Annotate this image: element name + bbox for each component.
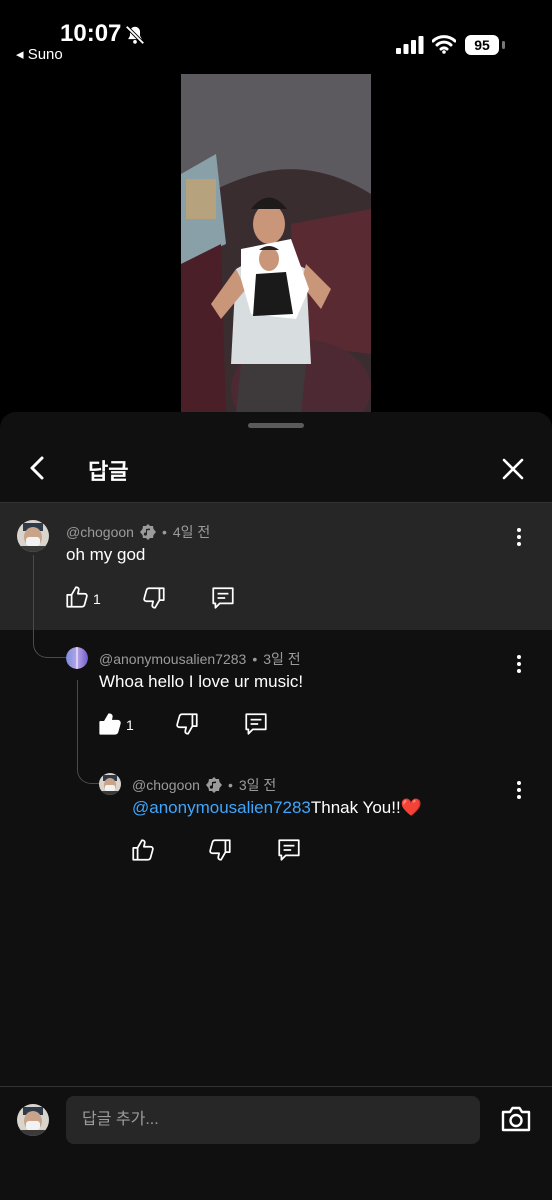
status-time: 10:07 bbox=[60, 20, 122, 47]
comment-meta: @anonymousalien7283 • 3일 전 bbox=[99, 649, 301, 669]
meta-dot: • bbox=[252, 651, 258, 667]
camera-icon[interactable] bbox=[500, 1105, 532, 1133]
battery-level: 95 bbox=[465, 35, 499, 55]
video-thumbnail[interactable] bbox=[181, 74, 371, 415]
comment-meta: @chogoon • 4일 전 bbox=[66, 522, 210, 542]
more-vert-icon[interactable] bbox=[516, 780, 522, 800]
avatar bbox=[17, 1104, 49, 1136]
like-count: 1 bbox=[126, 717, 134, 733]
battery-icon: 95 bbox=[465, 35, 505, 55]
thread-line bbox=[33, 555, 66, 658]
more-vert-icon[interactable] bbox=[516, 527, 522, 547]
mention-link[interactable]: @anonymousalien7283 bbox=[132, 798, 311, 817]
drag-handle[interactable] bbox=[248, 423, 304, 428]
signal-icon bbox=[396, 36, 424, 54]
avatar[interactable] bbox=[66, 647, 88, 669]
heart-emoji: ❤️ bbox=[400, 798, 422, 817]
back-to-app-link[interactable]: ◂ Suno bbox=[16, 45, 63, 63]
comment-age: 3일 전 bbox=[263, 651, 301, 667]
sheet-header: 답글 bbox=[0, 434, 552, 502]
reply-icon[interactable] bbox=[210, 585, 236, 611]
bell-slash-icon bbox=[125, 25, 145, 45]
comment-handle[interactable]: @chogoon bbox=[66, 524, 134, 540]
avatar[interactable] bbox=[17, 520, 49, 552]
comment-text: Whoa hello I love ur music! bbox=[99, 672, 304, 691]
meta-dot: • bbox=[227, 777, 233, 793]
video-player[interactable] bbox=[0, 70, 552, 415]
thumb-down-icon[interactable] bbox=[207, 837, 233, 863]
replies-sheet: 답글 @chogoon • 4일 전 oh my god 1 @anonymou… bbox=[0, 412, 552, 1200]
comment-body: Thnak You!! bbox=[310, 798, 401, 817]
comment-text: @anonymousalien7283Thnak You!!❤️ bbox=[132, 798, 422, 818]
thumb-down-icon[interactable] bbox=[141, 585, 167, 611]
thumb-up-icon[interactable] bbox=[64, 584, 90, 610]
meta-dot: • bbox=[161, 524, 167, 540]
avatar[interactable] bbox=[99, 773, 121, 795]
comment-meta: @chogoon • 3일 전 bbox=[132, 775, 276, 795]
verified-music-icon bbox=[205, 777, 222, 793]
verified-music-icon bbox=[139, 524, 156, 540]
back-arrow-icon[interactable] bbox=[24, 454, 52, 482]
reply-input[interactable]: 답글 추가... bbox=[66, 1096, 480, 1144]
thumb-down-icon[interactable] bbox=[174, 711, 200, 737]
reply-icon[interactable] bbox=[276, 837, 302, 863]
comment-text: oh my god bbox=[66, 545, 146, 564]
more-vert-icon[interactable] bbox=[516, 654, 522, 674]
comment-age: 3일 전 bbox=[238, 777, 277, 793]
thumb-up-icon[interactable] bbox=[130, 837, 156, 863]
close-icon[interactable] bbox=[500, 456, 526, 482]
composer-divider bbox=[0, 1086, 552, 1087]
status-bar: 10:07 ◂ Suno 95 bbox=[0, 0, 552, 70]
comment-handle[interactable]: @anonymousalien7283 bbox=[99, 651, 246, 667]
like-count: 1 bbox=[93, 591, 101, 607]
comment-handle[interactable]: @chogoon bbox=[132, 777, 200, 793]
comment-age: 4일 전 bbox=[172, 524, 211, 540]
reply-icon[interactable] bbox=[243, 711, 269, 737]
sheet-title: 답글 bbox=[88, 459, 129, 484]
wifi-icon bbox=[432, 35, 456, 54]
thumb-up-icon[interactable] bbox=[97, 711, 123, 737]
